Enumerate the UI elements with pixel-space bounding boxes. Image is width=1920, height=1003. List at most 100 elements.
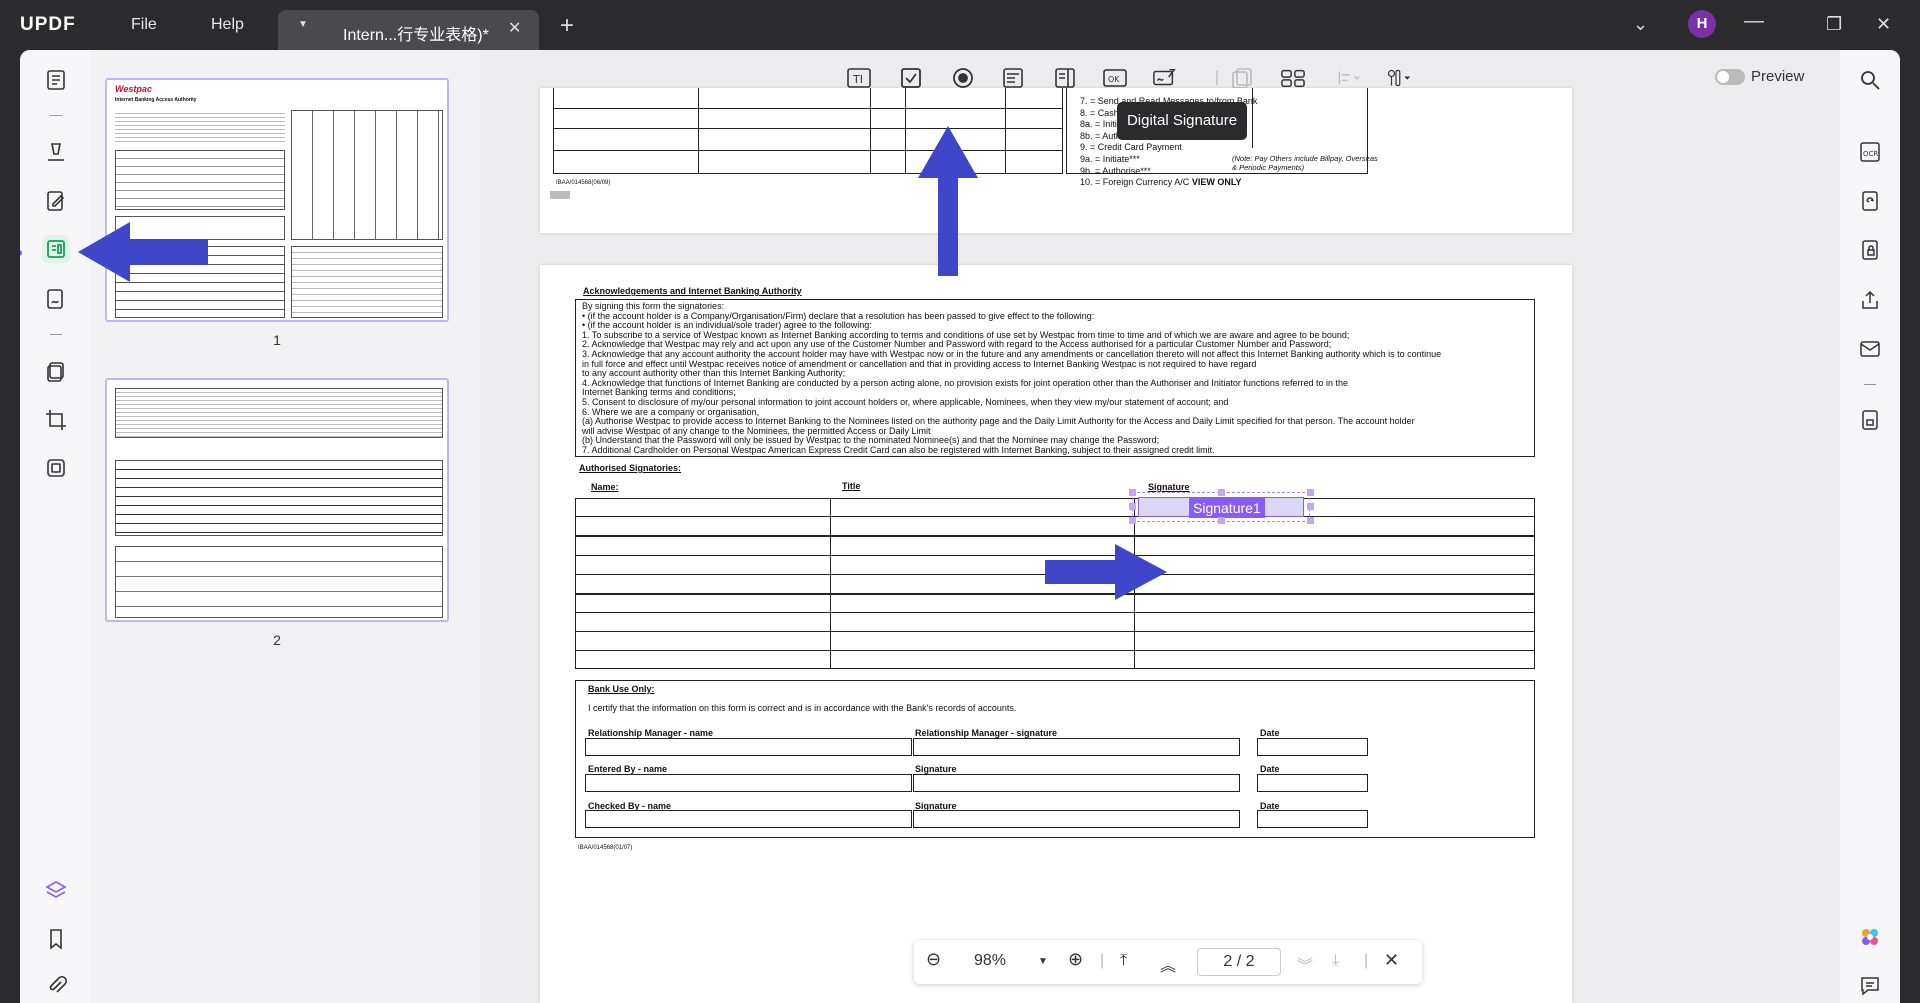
thumb-text-block: [115, 110, 285, 144]
page1-form-id: IBAA/014568(06/09): [556, 180, 611, 186]
chevron-down-icon[interactable]: ⌄: [1633, 14, 1648, 35]
preview-toggle[interactable]: Preview: [1715, 68, 1804, 86]
checkbox-icon[interactable]: [899, 66, 923, 90]
email-icon[interactable]: [1856, 335, 1884, 363]
ai-assistant-icon[interactable]: [1856, 923, 1884, 951]
tab-title: Intern...行专业表格)*: [343, 27, 489, 44]
save-icon[interactable]: [1856, 406, 1884, 434]
page-separator: /: [1236, 953, 1242, 970]
resize-handle[interactable]: [1218, 517, 1225, 524]
edit-pdf-icon[interactable]: [42, 187, 70, 215]
legend-item: 9b. = Authorise***: [1080, 165, 1151, 176]
prepare-form-icon[interactable]: [42, 235, 70, 263]
last-page-icon[interactable]: ⤓: [1332, 952, 1339, 970]
radio-button-icon[interactable]: [951, 66, 975, 90]
tools-icon[interactable]: [42, 454, 70, 482]
checked-signature-field[interactable]: [913, 810, 1240, 828]
zoom-level[interactable]: 98%: [974, 952, 1006, 970]
toggle-switch[interactable]: [1715, 69, 1745, 86]
restore-icon[interactable]: ❐: [1826, 14, 1842, 35]
organize-pages-icon[interactable]: [42, 358, 70, 386]
comment-icon[interactable]: [1856, 972, 1884, 1000]
resize-handle[interactable]: [1307, 517, 1314, 524]
resize-handle[interactable]: [1129, 503, 1136, 510]
page-number-box[interactable]: 2 / 2: [1197, 948, 1281, 976]
text-field-icon[interactable]: TI: [847, 66, 871, 90]
separator: [50, 334, 62, 335]
share-icon[interactable]: [1856, 286, 1884, 314]
thumbnail-pane: Westpac Internet Banking Access Authorit…: [90, 50, 480, 1003]
thumb-box: [115, 150, 285, 210]
col-name: Name:: [591, 482, 619, 492]
align-icon: [1337, 66, 1361, 90]
entered-name-field[interactable]: [585, 774, 912, 792]
layers-icon[interactable]: [42, 876, 70, 904]
title-bar: UPDF File Help ▼ Intern...行专业表格)* ✕ + ⌄ …: [0, 0, 1920, 50]
resize-handle[interactable]: [1129, 489, 1136, 496]
attachment-icon[interactable]: [42, 972, 70, 1000]
checked-name-field[interactable]: [585, 810, 912, 828]
prev-page-icon[interactable]: ︽: [1160, 952, 1176, 976]
entered-signature-field[interactable]: [913, 774, 1240, 792]
page1-table: [553, 88, 1063, 174]
minimize-icon[interactable]: —: [1744, 10, 1764, 33]
resize-handle[interactable]: [1129, 517, 1136, 524]
ocr-icon[interactable]: OCR: [1856, 138, 1884, 166]
current-page[interactable]: 2: [1223, 953, 1232, 970]
search-icon[interactable]: [1856, 66, 1884, 94]
page1-mark: [550, 191, 570, 199]
resize-handle[interactable]: [1218, 489, 1225, 496]
resize-handle[interactable]: [1307, 489, 1314, 496]
close-icon[interactable]: ✕: [1384, 950, 1399, 971]
col-title: Title: [842, 481, 861, 491]
digital-signature-icon[interactable]: [1153, 66, 1177, 90]
ack-title: Acknowledgements and Internet Banking Au…: [583, 286, 802, 296]
rm-name-field[interactable]: [585, 738, 912, 756]
annotation-arrow-up: [918, 126, 978, 276]
first-page-icon[interactable]: ⤒: [1120, 952, 1127, 970]
close-window-icon[interactable]: ✕: [1876, 14, 1891, 35]
thumb-title: Internet Banking Access Authority: [115, 97, 197, 103]
rm-signature-field[interactable]: [913, 738, 1240, 756]
page-thumbnail-1[interactable]: Westpac Internet Banking Access Authorit…: [105, 78, 449, 322]
separator: |: [1214, 69, 1220, 86]
comment-highlighter-icon[interactable]: [42, 138, 70, 166]
date-field[interactable]: [1257, 738, 1368, 756]
signature-field[interactable]: Signature1: [1138, 497, 1304, 518]
resize-handle[interactable]: [1307, 503, 1314, 510]
thumb-text-block: [115, 388, 443, 438]
tooltip: Digital Signature: [1117, 102, 1247, 140]
page-thumbnail-2[interactable]: [105, 378, 449, 622]
zoom-in-icon[interactable]: ⊕: [1068, 949, 1083, 970]
zoom-bar: ⊖ 98% ▼ ⊕ | ⤒ ︽ 2 / 2 ︾ ⤓ | ✕: [914, 940, 1422, 984]
zoom-out-icon[interactable]: ⊖: [926, 949, 941, 970]
form-tools-icon[interactable]: [1387, 66, 1411, 90]
menu-help[interactable]: Help: [211, 16, 244, 34]
close-tab-icon[interactable]: ✕: [508, 18, 521, 38]
protect-icon[interactable]: [1856, 236, 1884, 264]
duplicate-icon: [1230, 66, 1254, 90]
tab-dropdown-icon[interactable]: ▼: [298, 19, 308, 30]
svg-text:OCR: OCR: [1863, 150, 1878, 158]
date-field[interactable]: [1257, 774, 1368, 792]
zoom-dropdown-icon[interactable]: ▼: [1038, 956, 1048, 967]
next-page-icon[interactable]: ︾: [1297, 952, 1313, 976]
reader-icon[interactable]: [42, 66, 70, 94]
bookmark-icon[interactable]: [42, 925, 70, 953]
button-field-icon[interactable]: OK: [1103, 66, 1127, 90]
list-box-icon[interactable]: [1053, 66, 1077, 90]
date-field[interactable]: [1257, 810, 1368, 828]
dropdown-field-icon[interactable]: [1001, 66, 1025, 90]
separator: |: [1364, 952, 1369, 969]
page2-form-id: IBAA/014568(01/07): [578, 845, 633, 851]
convert-icon[interactable]: [1856, 187, 1884, 215]
avatar[interactable]: H: [1688, 10, 1716, 38]
crop-icon[interactable]: [42, 406, 70, 434]
bank-certify: I certify that the information on this f…: [588, 703, 1017, 713]
pdf-page-1: IBAA/014568(06/09) 7. = Send and Read Me…: [540, 88, 1572, 233]
menu-file[interactable]: File: [131, 16, 157, 34]
new-tab-icon[interactable]: +: [560, 12, 574, 40]
grid-layout-icon[interactable]: [1281, 66, 1305, 90]
fill-sign-icon[interactable]: [42, 285, 70, 313]
document-tab[interactable]: ▼ Intern...行专业表格)* ✕: [278, 10, 539, 50]
